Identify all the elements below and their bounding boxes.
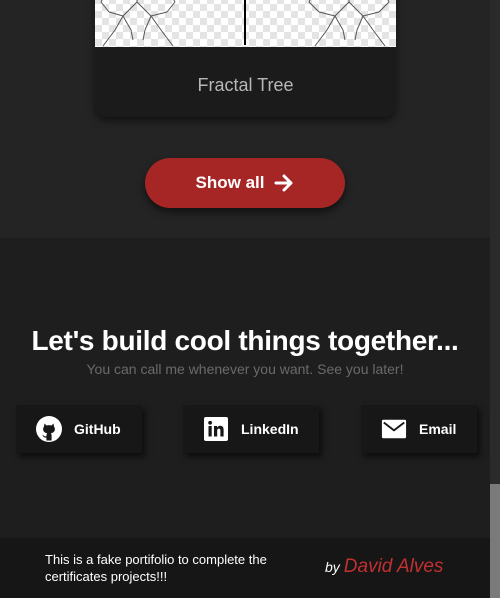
arrow-right-icon: [274, 174, 294, 192]
footer-note: This is a fake portifolio to complete th…: [45, 552, 267, 584]
github-label: GitHub: [74, 421, 121, 437]
footer: This is a fake portifolio to complete th…: [0, 538, 490, 598]
contact-section: Let's build cool things together... You …: [0, 238, 490, 538]
contact-subtitle: You can call me whenever you want. See y…: [86, 361, 404, 377]
projects-section: Fractal Tree Show all: [0, 0, 490, 238]
scrollbar-thumb[interactable]: [490, 484, 500, 598]
email-label: Email: [419, 421, 457, 437]
linkedin-button[interactable]: LinkedIn: [183, 405, 319, 453]
github-button[interactable]: GitHub: [16, 405, 142, 453]
footer-credit: by David Alves: [325, 556, 443, 578]
linkedin-label: LinkedIn: [241, 421, 299, 437]
contact-heading: Let's build cool things together...: [31, 325, 459, 356]
github-icon: [36, 416, 62, 442]
project-card[interactable]: Fractal Tree: [95, 0, 396, 117]
show-all-label: Show all: [195, 173, 265, 192]
show-all-button[interactable]: Show all: [145, 158, 345, 208]
project-thumbnail: [95, 0, 396, 47]
project-title: Fractal Tree: [197, 75, 294, 95]
mail-icon: [381, 416, 407, 442]
footer-by: by: [325, 559, 340, 575]
linkedin-icon: [203, 416, 229, 442]
author-link[interactable]: David Alves: [344, 556, 444, 578]
email-button[interactable]: Email: [361, 405, 477, 453]
fractal-tree-image: [100, 0, 390, 47]
